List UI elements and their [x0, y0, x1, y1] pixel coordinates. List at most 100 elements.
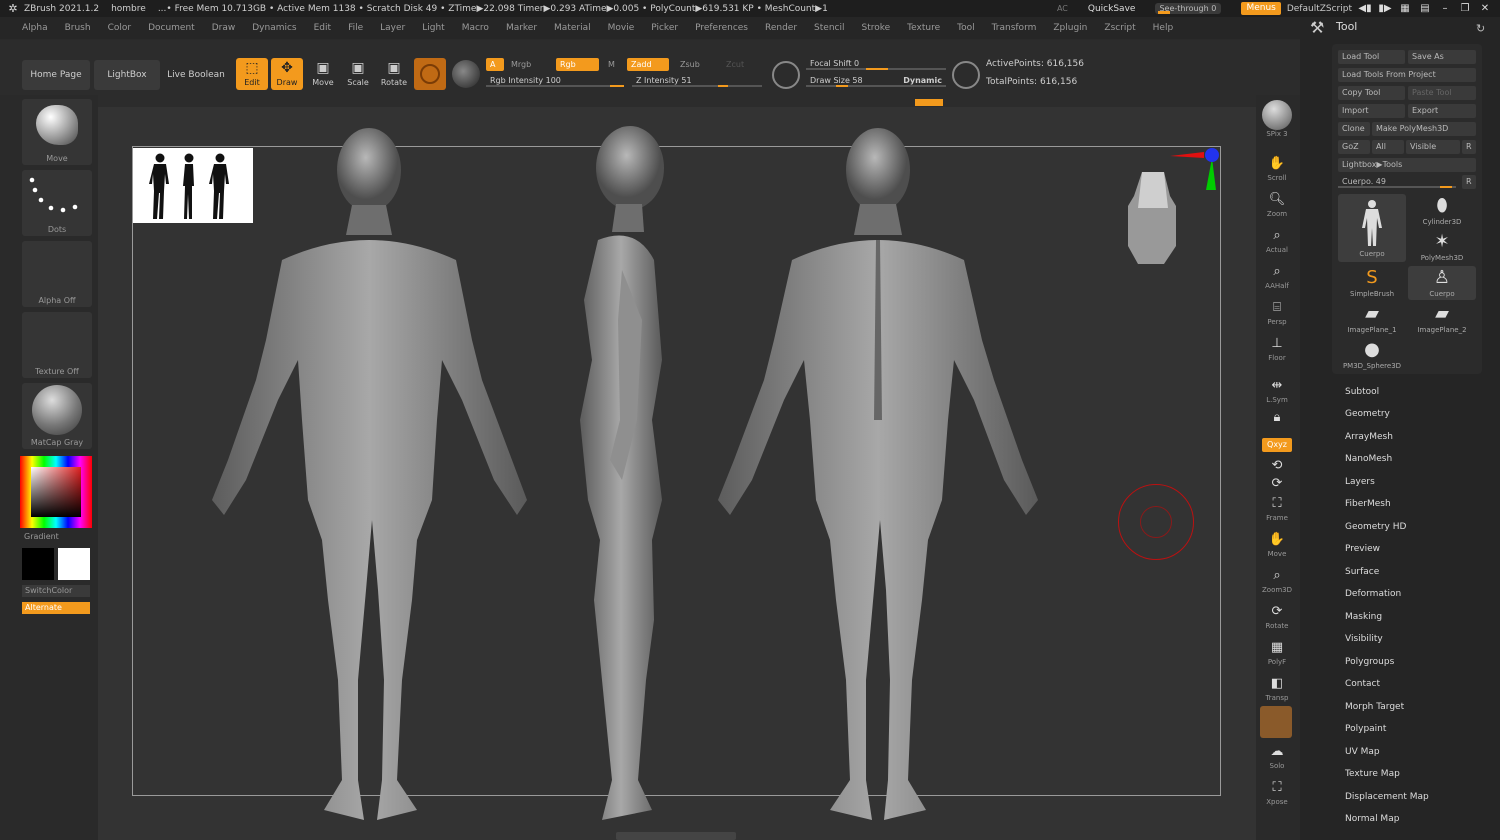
- material-swatch[interactable]: [414, 58, 446, 90]
- menu-zplugin[interactable]: Zplugin: [1053, 23, 1087, 33]
- menu-movie[interactable]: Movie: [608, 23, 635, 33]
- menu-draw[interactable]: Draw: [212, 23, 236, 33]
- tool-thumb-polymesh3d[interactable]: ✶ PolyMesh3D: [1408, 230, 1476, 264]
- gizmo-x-axis[interactable]: [1170, 152, 1204, 158]
- lightbox-tools-button[interactable]: Lightbox▶Tools: [1338, 158, 1476, 172]
- subpalette-polygroups[interactable]: Polygroups: [1345, 657, 1394, 667]
- tool-thumb-cylinder3d[interactable]: ⬮ Cylinder3D: [1408, 194, 1476, 228]
- persp-button[interactable]: ⌸ Persp: [1262, 298, 1292, 328]
- visible-button[interactable]: Visible: [1406, 140, 1460, 154]
- zoom3d-button[interactable]: ⌕ Zoom3D: [1262, 566, 1292, 596]
- subpalette-surface[interactable]: Surface: [1345, 567, 1379, 577]
- texture-slot[interactable]: Texture Off: [22, 312, 92, 378]
- spix-icon[interactable]: [1262, 100, 1292, 130]
- see-through-slider[interactable]: See-through 0: [1155, 3, 1222, 14]
- menu-stencil[interactable]: Stencil: [814, 23, 844, 33]
- material-slot[interactable]: MatCap Gray: [22, 383, 92, 449]
- rgb-intensity-slider[interactable]: Rgb Intensity 100: [486, 74, 624, 87]
- menu-document[interactable]: Document: [148, 23, 195, 33]
- zcut-toggle[interactable]: Zcut: [722, 58, 762, 71]
- tool-palette-title[interactable]: Tool: [1336, 20, 1357, 33]
- subpalette-nanomesh[interactable]: NanoMesh: [1345, 454, 1392, 464]
- subpalette-contact[interactable]: Contact: [1345, 679, 1380, 689]
- maximize-icon[interactable]: ❐: [1458, 3, 1472, 14]
- menu-marker[interactable]: Marker: [506, 23, 537, 33]
- subpalette-masking[interactable]: Masking: [1345, 612, 1382, 622]
- texture-sphere-icon[interactable]: [452, 60, 480, 88]
- focal-shift-slider[interactable]: Focal Shift 0: [806, 57, 946, 70]
- tool-thumb-sphere3d[interactable]: ● PM3D_Sphere3D: [1338, 338, 1406, 372]
- make-polymesh-button[interactable]: Make PolyMesh3D: [1372, 122, 1476, 136]
- subpalette-visibility[interactable]: Visibility: [1345, 634, 1383, 644]
- lsym-button[interactable]: ⇹ L.Sym: [1262, 376, 1292, 406]
- scale-button[interactable]: ▣ Scale: [342, 58, 374, 90]
- goz-button[interactable]: GoZ: [1338, 140, 1370, 154]
- default-zscript-button[interactable]: DefaultZScript: [1287, 4, 1352, 14]
- menu-transform[interactable]: Transform: [992, 23, 1037, 33]
- scroll-button[interactable]: ✋ Scroll: [1262, 154, 1292, 184]
- actual-button[interactable]: ⌕ Actual: [1262, 226, 1292, 256]
- draw-button[interactable]: ✥ Draw: [271, 58, 303, 90]
- menu-picker[interactable]: Picker: [651, 23, 678, 33]
- alpha-slot[interactable]: Alpha Off: [22, 241, 92, 307]
- copy-tool-button[interactable]: Copy Tool: [1338, 86, 1405, 100]
- edit-button[interactable]: ⬚ Edit: [236, 58, 268, 90]
- menu-dynamics[interactable]: Dynamics: [252, 23, 296, 33]
- subpalette-displacement-map[interactable]: Displacement Map: [1345, 792, 1429, 802]
- zadd-toggle[interactable]: Zadd: [627, 58, 669, 71]
- menu-tool[interactable]: Tool: [957, 23, 974, 33]
- layout-prev-icon[interactable]: ◀▮: [1358, 3, 1372, 14]
- tool-thumb-imageplane1[interactable]: ▰ ImagePlane_1: [1338, 302, 1406, 336]
- zoom-button[interactable]: 🔍︎ Zoom: [1262, 190, 1292, 220]
- menu-zscript[interactable]: Zscript: [1104, 23, 1135, 33]
- paste-tool-button[interactable]: Paste Tool: [1408, 86, 1476, 100]
- subpalette-normal-map[interactable]: Normal Map: [1345, 814, 1399, 824]
- all-button[interactable]: All: [1372, 140, 1404, 154]
- rotate-button[interactable]: ▣ Rotate: [378, 58, 410, 90]
- rotate-view-button[interactable]: ⟳ Rotate: [1262, 602, 1292, 632]
- alternate-button[interactable]: Alternate: [22, 602, 90, 614]
- lightbox-button[interactable]: LightBox: [94, 60, 160, 90]
- menu-layer[interactable]: Layer: [380, 23, 405, 33]
- minimize-icon[interactable]: –: [1438, 3, 1452, 14]
- tool-thumb-simplebrush[interactable]: S SimpleBrush: [1338, 266, 1406, 300]
- a-toggle[interactable]: A: [486, 58, 504, 71]
- lock-button[interactable]: 🔒︎: [1262, 408, 1292, 438]
- tool-thumb-cuerpo[interactable]: Cuerpo: [1338, 194, 1406, 262]
- menu-alpha[interactable]: Alpha: [22, 23, 48, 33]
- layout-alt-icon[interactable]: ▤: [1418, 3, 1432, 14]
- menu-help[interactable]: Help: [1153, 23, 1174, 33]
- import-button[interactable]: Import: [1338, 104, 1405, 118]
- 3d-model-viewport[interactable]: [132, 120, 1221, 835]
- stroke-slot[interactable]: Dots: [22, 170, 92, 236]
- bottom-shelf-handle[interactable]: [616, 832, 736, 840]
- polyf-button[interactable]: ▦ PolyF: [1262, 638, 1292, 668]
- menu-light[interactable]: Light: [422, 23, 444, 33]
- orientation-gizmo[interactable]: [1120, 146, 1220, 266]
- layout-icon[interactable]: ▦: [1398, 3, 1412, 14]
- solo-button[interactable]: ☁ Solo: [1262, 742, 1292, 772]
- r-button[interactable]: R: [1462, 140, 1476, 154]
- gizmo-z-axis[interactable]: [1205, 148, 1219, 162]
- rgb-toggle[interactable]: Rgb: [556, 58, 599, 71]
- menu-material[interactable]: Material: [554, 23, 591, 33]
- layout-next-icon[interactable]: ▮▶: [1378, 3, 1392, 14]
- menu-edit[interactable]: Edit: [314, 23, 331, 33]
- z-intensity-slider[interactable]: Z Intensity 51: [632, 74, 762, 87]
- aahalf-button[interactable]: ⌕ AAHalf: [1262, 262, 1292, 292]
- subpalette-layers[interactable]: Layers: [1345, 477, 1375, 487]
- subpalette-arraymesh[interactable]: ArrayMesh: [1345, 432, 1393, 442]
- tool-thumb-cuerpo-2[interactable]: ♙ Cuerpo: [1408, 266, 1476, 300]
- export-button[interactable]: Export: [1408, 104, 1476, 118]
- frame-button[interactable]: ⛶ Frame: [1262, 494, 1292, 524]
- close-icon[interactable]: ✕: [1478, 3, 1492, 14]
- color-picker[interactable]: [20, 456, 92, 528]
- subpalette-geometry-hd[interactable]: Geometry HD: [1345, 522, 1406, 532]
- secondary-color-swatch[interactable]: [58, 548, 90, 580]
- subpalette-texture-map[interactable]: Texture Map: [1345, 769, 1400, 779]
- refresh-icon[interactable]: ↻: [1476, 22, 1485, 35]
- dynamic-toggle[interactable]: Dynamic: [903, 74, 942, 87]
- move-button[interactable]: ▣ Move: [307, 58, 339, 90]
- subpalette-geometry[interactable]: Geometry: [1345, 409, 1390, 419]
- menu-brush[interactable]: Brush: [65, 23, 91, 33]
